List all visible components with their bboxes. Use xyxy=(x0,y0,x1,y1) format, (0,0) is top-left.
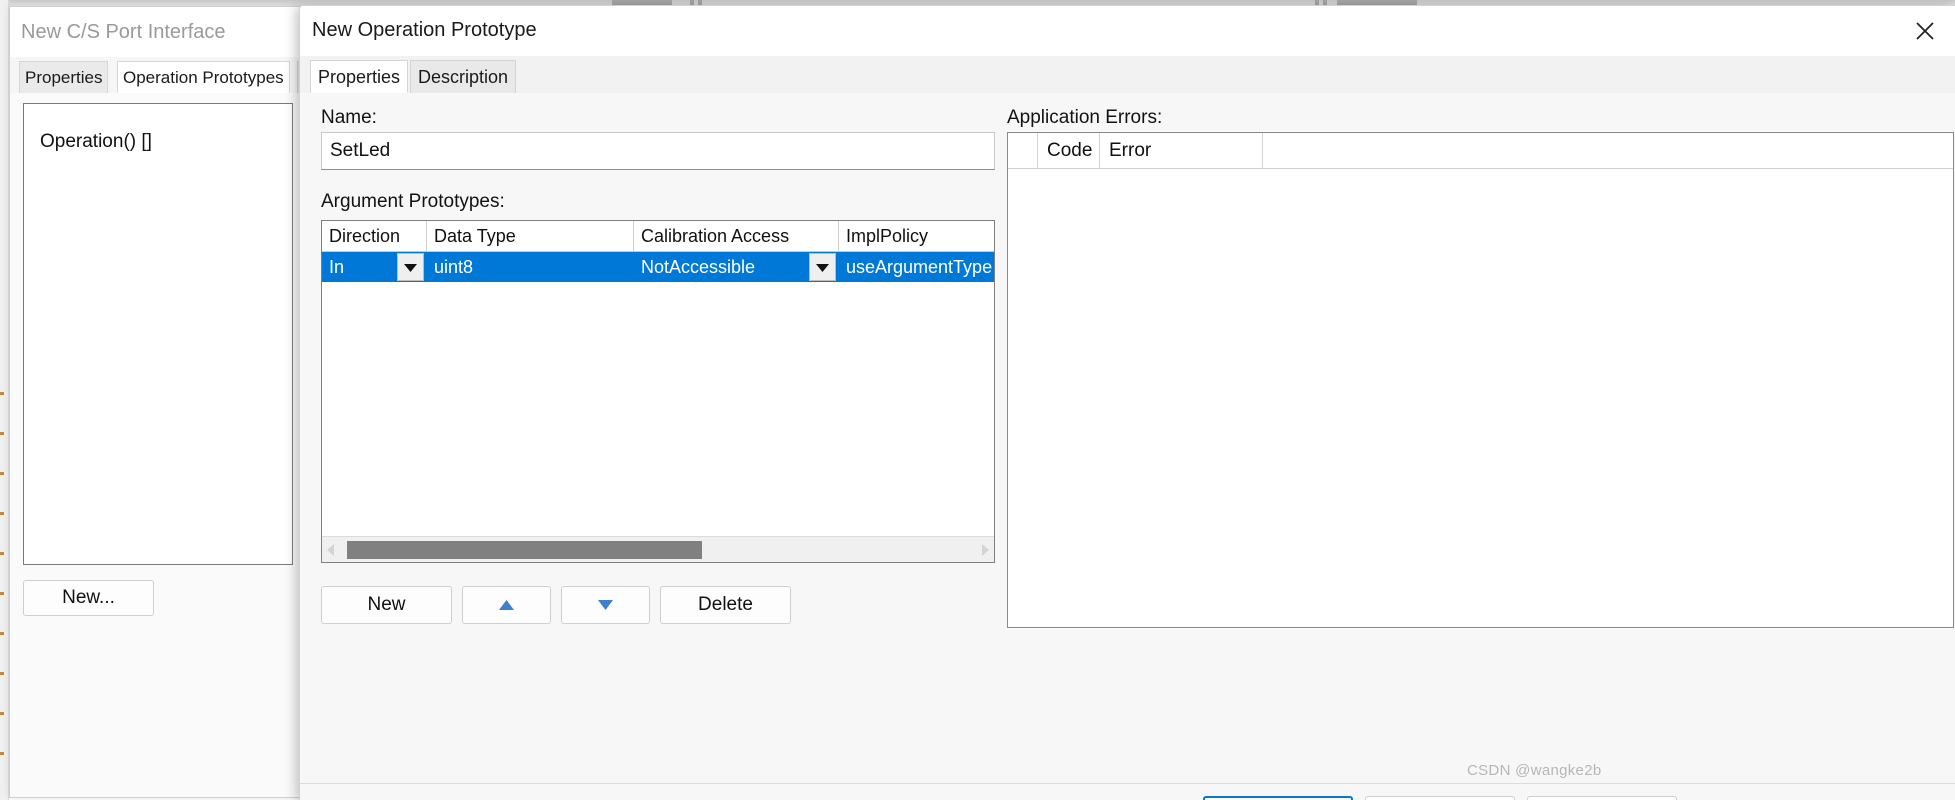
background-tab-operation-prototypes[interactable]: Operation Prototypes xyxy=(117,61,290,93)
dialog-content: Name: SetLed Argument Prototypes: Direct… xyxy=(300,93,1955,800)
footer-divider xyxy=(300,783,1955,784)
scrollbar-thumb[interactable] xyxy=(347,541,702,559)
cancel-button[interactable] xyxy=(1365,796,1515,800)
move-down-button[interactable] xyxy=(561,586,650,624)
background-new-button[interactable]: New... xyxy=(23,580,154,616)
column-header-impl-policy[interactable]: ImplPolicy xyxy=(839,221,994,251)
ok-button[interactable] xyxy=(1203,796,1353,800)
tab-properties[interactable]: Properties xyxy=(310,60,409,93)
new-button[interactable]: New xyxy=(321,586,452,624)
cell-data-type[interactable]: uint8 xyxy=(427,252,634,282)
close-button[interactable] xyxy=(1894,6,1955,56)
column-header-code[interactable]: Code xyxy=(1038,133,1100,168)
background-left-edge-strip xyxy=(0,0,9,800)
column-header-error[interactable]: Error xyxy=(1100,133,1263,168)
help-button[interactable] xyxy=(1527,796,1677,800)
list-item[interactable]: Operation() [] xyxy=(40,131,152,153)
table-row[interactable]: In uint8 NotAccessible useArgumentType xyxy=(322,252,994,282)
delete-button[interactable]: Delete xyxy=(660,586,791,624)
dialog-titlebar: New Operation Prototype xyxy=(300,6,1955,56)
scroll-right-arrow[interactable] xyxy=(976,537,994,562)
application-errors-table[interactable]: Code Error xyxy=(1007,132,1954,628)
operation-prototypes-list[interactable]: Operation() [] xyxy=(23,103,293,565)
name-input[interactable]: SetLed xyxy=(321,132,995,170)
background-window-titlebar: New C/S Port Interface xyxy=(10,7,300,57)
chevron-down-icon xyxy=(816,263,829,272)
screen-root: New C/S Port Interface Properties Operat… xyxy=(0,0,1955,800)
new-operation-prototype-dialog: New Operation Prototype Properties Descr… xyxy=(299,5,1955,800)
triangle-up-icon xyxy=(499,600,514,610)
chevron-left-icon xyxy=(327,544,335,556)
background-tab-properties[interactable]: Properties xyxy=(19,61,109,93)
column-header-spacer xyxy=(1263,133,1953,168)
column-header-calibration-access[interactable]: Calibration Access xyxy=(634,221,839,251)
background-window-title: New C/S Port Interface xyxy=(21,21,226,43)
tab-description[interactable]: Description xyxy=(410,60,517,93)
column-header-direction[interactable]: Direction xyxy=(322,221,427,251)
background-window-body: Operation() [] New... xyxy=(10,93,300,797)
background-window-port-interface: New C/S Port Interface Properties Operat… xyxy=(9,6,300,798)
direction-dropdown-button[interactable] xyxy=(397,253,424,281)
dialog-tabstrip: Properties Description xyxy=(300,56,1955,94)
argument-prototypes-table[interactable]: Direction Data Type Calibration Access I… xyxy=(321,220,995,563)
chevron-right-icon xyxy=(981,544,989,556)
table-horizontal-scrollbar[interactable] xyxy=(322,536,994,562)
calibration-access-dropdown-button[interactable] xyxy=(809,253,836,281)
triangle-down-icon xyxy=(598,600,613,610)
cell-impl-policy[interactable]: useArgumentType xyxy=(839,252,994,282)
move-up-button[interactable] xyxy=(462,586,551,624)
table-header-row: Direction Data Type Calibration Access I… xyxy=(322,221,994,252)
argument-prototypes-label: Argument Prototypes: xyxy=(321,191,505,212)
chevron-down-icon xyxy=(404,263,417,272)
dialog-title: New Operation Prototype xyxy=(312,19,537,41)
column-header-data-type[interactable]: Data Type xyxy=(427,221,634,251)
name-label: Name: xyxy=(321,107,377,128)
scroll-left-arrow[interactable] xyxy=(322,537,340,562)
background-window-tabstrip: Properties Operation Prototypes P xyxy=(10,57,300,94)
watermark: CSDN @wangke2b xyxy=(1467,762,1602,779)
close-icon xyxy=(1914,20,1936,42)
column-header-select[interactable] xyxy=(1008,133,1038,168)
errors-header-row: Code Error xyxy=(1008,133,1953,169)
application-errors-label: Application Errors: xyxy=(1007,107,1163,128)
